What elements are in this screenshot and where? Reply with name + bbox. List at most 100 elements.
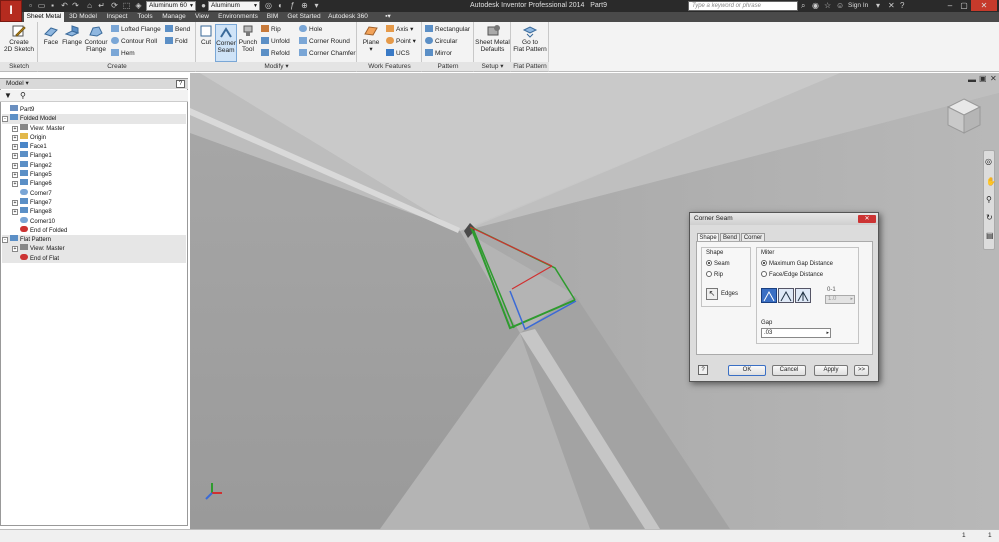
orbit-icon[interactable]: ↻: [986, 213, 993, 222]
save-icon[interactable]: ▪: [48, 1, 57, 10]
tab-autodesk-360[interactable]: Autodesk 360: [326, 12, 370, 22]
update-icon[interactable]: ⟳: [110, 1, 119, 10]
collapse-icon[interactable]: -: [2, 237, 8, 244]
qat-menu-icon[interactable]: ▾: [312, 1, 321, 10]
max-gap-radio[interactable]: Maximum Gap Distance: [761, 260, 833, 268]
minimize-icon[interactable]: –: [943, 0, 957, 11]
maximize-icon[interactable]: ▢: [957, 0, 971, 11]
ucs-button[interactable]: UCS: [386, 49, 410, 58]
tree-item[interactable]: + Flange8: [2, 207, 186, 216]
seam-radio[interactable]: Seam: [706, 260, 730, 268]
expand-icon[interactable]: +: [12, 209, 18, 216]
star-icon[interactable]: ☆: [824, 1, 831, 11]
tab-bim[interactable]: BIM: [264, 12, 281, 22]
appearance-combo[interactable]: Aluminum ▼: [208, 1, 260, 11]
browser-header[interactable]: Model ▾: [0, 79, 188, 89]
tab-tools[interactable]: Tools: [134, 12, 156, 22]
tree-item[interactable]: Part9: [2, 105, 186, 114]
tab-get-started[interactable]: Get Started: [285, 12, 323, 22]
lofted-flange-button[interactable]: Lofted Flange: [111, 25, 161, 34]
binoculars-icon[interactable]: ⚲: [20, 91, 26, 100]
hole-button[interactable]: Hole: [299, 25, 322, 34]
sheet-metal-defaults-button[interactable]: Sheet Metal Defaults: [475, 24, 510, 53]
expand-icon[interactable]: +: [12, 144, 18, 151]
ribbon-toggle-icon[interactable]: ▪▾: [380, 12, 396, 22]
tree-item[interactable]: + Flange6: [2, 179, 186, 188]
sign-in-link[interactable]: Sign In: [848, 1, 868, 11]
tab-inspect[interactable]: Inspect: [103, 12, 131, 22]
subscription-icon[interactable]: ◉: [812, 1, 819, 11]
tree-item[interactable]: End of Folded: [2, 225, 186, 235]
minimize-view-icon[interactable]: ▬: [968, 75, 976, 84]
corner-chamfer-button[interactable]: Corner Chamfer: [299, 49, 356, 58]
open-icon[interactable]: ▭: [37, 1, 46, 10]
refold-button[interactable]: Refold: [261, 49, 290, 58]
tree-item[interactable]: - Flat Pattern: [2, 235, 186, 245]
miter-option-2[interactable]: [778, 288, 794, 303]
unfold-button[interactable]: Unfold: [261, 37, 290, 46]
exchange-icon[interactable]: ✕: [888, 1, 895, 11]
close-icon[interactable]: ✕: [971, 0, 997, 11]
measure-icon[interactable]: ⊕: [300, 1, 309, 10]
expand-icon[interactable]: +: [12, 172, 18, 179]
help-icon[interactable]: ?: [900, 1, 904, 11]
contour-flange-button[interactable]: Contour Flange: [84, 24, 108, 53]
flange-button[interactable]: Flange: [61, 24, 83, 46]
undo-icon[interactable]: ↶: [60, 1, 69, 10]
panel-title-modify[interactable]: Modify ▾: [196, 62, 357, 71]
tree-item[interactable]: + Face1: [2, 142, 186, 151]
look-at-icon[interactable]: ▤: [986, 231, 994, 240]
axis-button[interactable]: Axis ▾: [386, 25, 413, 34]
close-view-icon[interactable]: ✕: [990, 74, 997, 83]
help-icon[interactable]: ?: [176, 80, 185, 88]
panel-title-setup[interactable]: Setup ▾: [474, 62, 511, 71]
return-icon[interactable]: ↵: [97, 1, 106, 10]
expand-icon[interactable]: +: [12, 125, 18, 132]
application-menu-button[interactable]: I: [0, 0, 22, 22]
cut-button[interactable]: Cut: [197, 24, 215, 46]
tree-item[interactable]: - Folded Model: [2, 114, 186, 124]
adjust-icon[interactable]: ◐: [276, 1, 285, 10]
tree-item[interactable]: Corner10: [2, 216, 186, 226]
tree-item[interactable]: End of Flat: [2, 253, 186, 264]
pan-icon[interactable]: ✋: [986, 177, 996, 186]
tree-item[interactable]: + Flange1: [2, 151, 186, 160]
restore-view-icon[interactable]: ▣: [979, 74, 987, 83]
rip-radio[interactable]: Rip: [706, 271, 723, 279]
steering-wheel-icon[interactable]: ◎: [985, 157, 992, 166]
rectangular-pattern-button[interactable]: Rectangular: [425, 25, 470, 34]
fx-icon[interactable]: ƒ: [288, 1, 297, 10]
expand-icon[interactable]: +: [12, 162, 18, 169]
corner-round-button[interactable]: Corner Round: [299, 37, 350, 46]
filter-icon[interactable]: ▼: [4, 91, 12, 100]
gap-input[interactable]: .03 ▸: [761, 328, 831, 338]
new-icon[interactable]: ▫: [26, 1, 35, 10]
miter-option-1[interactable]: [761, 288, 777, 303]
plane-button[interactable]: Plane ▾: [360, 24, 382, 53]
redo-icon[interactable]: ↷: [71, 1, 80, 10]
tab-manage[interactable]: Manage: [159, 12, 189, 22]
clear-appearance-icon[interactable]: ◎: [264, 1, 273, 10]
close-icon[interactable]: ✕: [858, 215, 876, 223]
expand-icon[interactable]: +: [12, 134, 18, 141]
go-to-flat-pattern-button[interactable]: Go to Flat Pattern: [512, 24, 548, 53]
expand-icon[interactable]: +: [12, 199, 18, 206]
tree-item[interactable]: + Flange7: [2, 197, 186, 207]
cancel-button[interactable]: Cancel: [772, 365, 806, 376]
material-combo[interactable]: Aluminum 60 ▼: [146, 1, 196, 11]
tree-item[interactable]: + Flange2: [2, 160, 186, 170]
search-input[interactable]: Type a keyword or phrase: [688, 1, 798, 11]
tab-environments[interactable]: Environments: [215, 12, 261, 22]
collapse-icon[interactable]: -: [2, 116, 8, 123]
miter-option-3[interactable]: [795, 288, 811, 303]
apply-button[interactable]: Apply: [814, 365, 848, 376]
expand-icon[interactable]: +: [12, 246, 18, 253]
tab-3d-model[interactable]: 3D Model: [66, 12, 100, 22]
edges-select-button[interactable]: ↖: [706, 288, 718, 300]
face-button[interactable]: Face: [42, 24, 60, 46]
contour-roll-button[interactable]: Contour Roll: [111, 37, 157, 46]
expand-icon[interactable]: +: [12, 153, 18, 160]
tree-item[interactable]: + Origin: [2, 132, 186, 142]
tab-sheet-metal[interactable]: Sheet Metal: [24, 12, 64, 22]
create-2d-sketch-button[interactable]: Create 2D Sketch: [2, 24, 36, 53]
